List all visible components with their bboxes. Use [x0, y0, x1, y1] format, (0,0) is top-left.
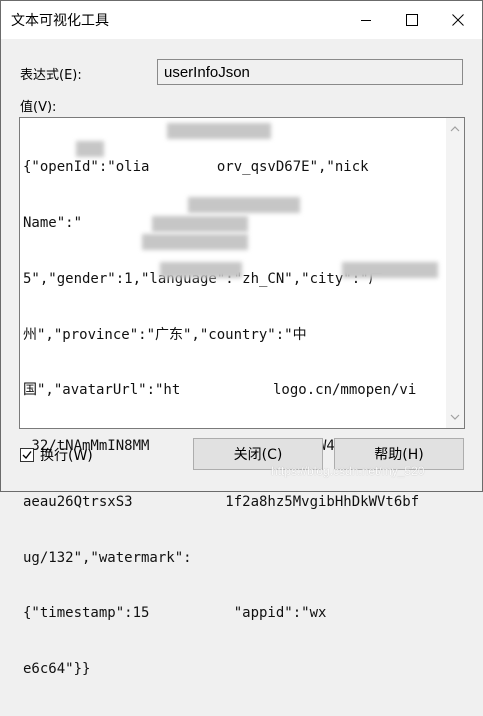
minimize-icon [361, 20, 371, 21]
chevron-up-icon [450, 126, 460, 132]
maximize-icon [406, 14, 418, 26]
value-line: 国","avatarUrl":"ht logo.cn/mmopen/vi [23, 382, 417, 399]
redaction-blur [342, 262, 438, 278]
value-textarea[interactable]: {"openId":"olia orv_qsvD67E","nick Name"… [19, 117, 465, 677]
value-line: aeau26QtrsxS3 1f2a8hz5MvgibHhDkWVt6bf [23, 493, 420, 510]
wrap-checkbox[interactable]: 换行(W) [20, 445, 93, 465]
redaction-blur [152, 216, 248, 232]
value-line: e6c64"}} [23, 661, 91, 678]
redaction-blur [188, 197, 300, 213]
expression-field[interactable]: userInfoJson [157, 59, 463, 85]
value-line: {"openId":"olia orv_qsvD67E","nick [23, 159, 369, 176]
value-label: 值(V): [20, 100, 57, 115]
redaction-blur [167, 123, 271, 139]
scroll-up-button[interactable] [446, 120, 464, 138]
redaction-blur [142, 234, 248, 250]
value-line: ug/132","watermark": [23, 549, 192, 566]
expression-label: 表达式(E): [20, 68, 82, 83]
checkmark-icon [22, 451, 32, 460]
value-line: 州","province":"广东","country":"中 [23, 326, 307, 343]
window-title: 文本可视化工具 [11, 13, 109, 29]
vertical-scrollbar[interactable] [446, 118, 464, 428]
text-visualizer-window: 文本可视化工具 表达式(E): userInfoJson 值(V): {"ope… [0, 0, 483, 677]
redaction-blur [76, 141, 104, 157]
value-line: {"timestamp":15 "appid":"wx [23, 605, 394, 622]
scroll-down-button[interactable] [446, 408, 464, 426]
close-window-button[interactable] [435, 1, 481, 39]
minimize-button[interactable] [343, 1, 389, 39]
wrap-label: 换行(W) [40, 448, 93, 464]
wrap-checkbox-box[interactable] [20, 448, 34, 462]
close-icon [452, 14, 464, 26]
title-bar[interactable]: 文本可视化工具 [1, 1, 482, 39]
watermark-text: https://blog.csdn.net/my_520 [271, 464, 425, 478]
chevron-down-icon [450, 414, 460, 420]
maximize-button[interactable] [389, 1, 435, 39]
redaction-blur [160, 262, 242, 278]
